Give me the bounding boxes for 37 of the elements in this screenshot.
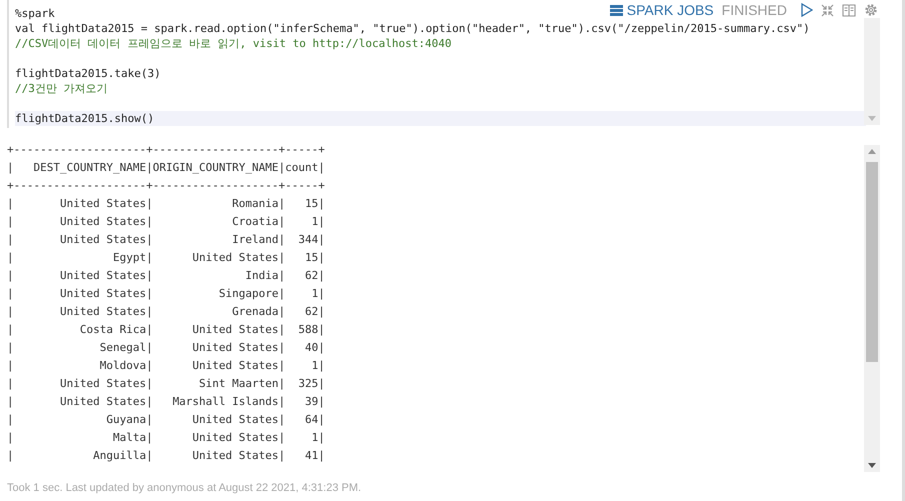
output-line: | United States| Ireland| 344| — [7, 232, 325, 248]
output-line: +--------------------+-------------------+-----+ — [7, 142, 325, 158]
output-line: | Moldova| United States| 1| — [7, 358, 325, 374]
output-line: | United States| Sint Maarten| 325| — [7, 376, 325, 392]
code-line: flightData2015.take(3) — [15, 66, 161, 81]
output-line: | Egypt| United States| 15| — [7, 250, 325, 266]
scrollbar[interactable] — [864, 18, 880, 125]
output-line: | Costa Rica| United States| 588| — [7, 322, 325, 338]
output-line: | United States| Romania| 15| — [7, 196, 325, 212]
status-text: FINISHED — [722, 2, 787, 18]
code-comment: //CSV데이터 데이터 프레임으로 바로 읽기, visit to http://localhost:4040 — [15, 36, 452, 51]
list-icon — [610, 4, 623, 16]
spark-jobs-link[interactable]: SPARK JOBS — [610, 2, 714, 18]
run-icon[interactable] — [801, 3, 813, 17]
scrollbar-thumb[interactable] — [866, 162, 878, 362]
output-line: | United States| Marshall Islands| 39| — [7, 394, 325, 410]
output-line: +--------------------+-------------------+-----+ — [7, 178, 325, 194]
down-arrow-icon[interactable] — [868, 463, 876, 468]
output-line: | United States| Croatia| 1| — [7, 214, 325, 230]
collapse-icon[interactable] — [821, 4, 834, 16]
settings-icon[interactable] — [864, 3, 878, 17]
output-line: | Anguilla| United States| 41| — [7, 448, 325, 464]
up-arrow-icon[interactable] — [868, 149, 876, 154]
output-line: | United States| Grenada| 62| — [7, 304, 325, 320]
code-line: %spark — [15, 6, 55, 21]
output-line: | United States| India| 62| — [7, 268, 325, 284]
output-line: | Senegal| United States| 40| — [7, 340, 325, 356]
code-editor[interactable] — [7, 0, 880, 128]
output-line: | Guyana| United States| 64| — [7, 412, 325, 428]
code-comment: //3건만 가져오기 — [15, 81, 108, 96]
scrollbar[interactable] — [864, 145, 880, 472]
output-line: | Malta| United States| 1| — [7, 430, 325, 446]
output-line: | DEST_COUNTRY_NAME|ORIGIN_COUNTRY_NAME|count| — [7, 160, 325, 176]
footer-status: Took 1 sec. Last updated by anonymous at August 22 2021, 4:31:23 PM. — [7, 482, 362, 494]
code-line: val flightData2015 = spark.read.option("inferSchema", "true").option("header", "true").csv("/zeppelin/2015-summary.csv") — [15, 21, 810, 36]
book-icon[interactable] — [842, 4, 856, 16]
output-line: | United States| Singapore| 1| — [7, 286, 325, 302]
